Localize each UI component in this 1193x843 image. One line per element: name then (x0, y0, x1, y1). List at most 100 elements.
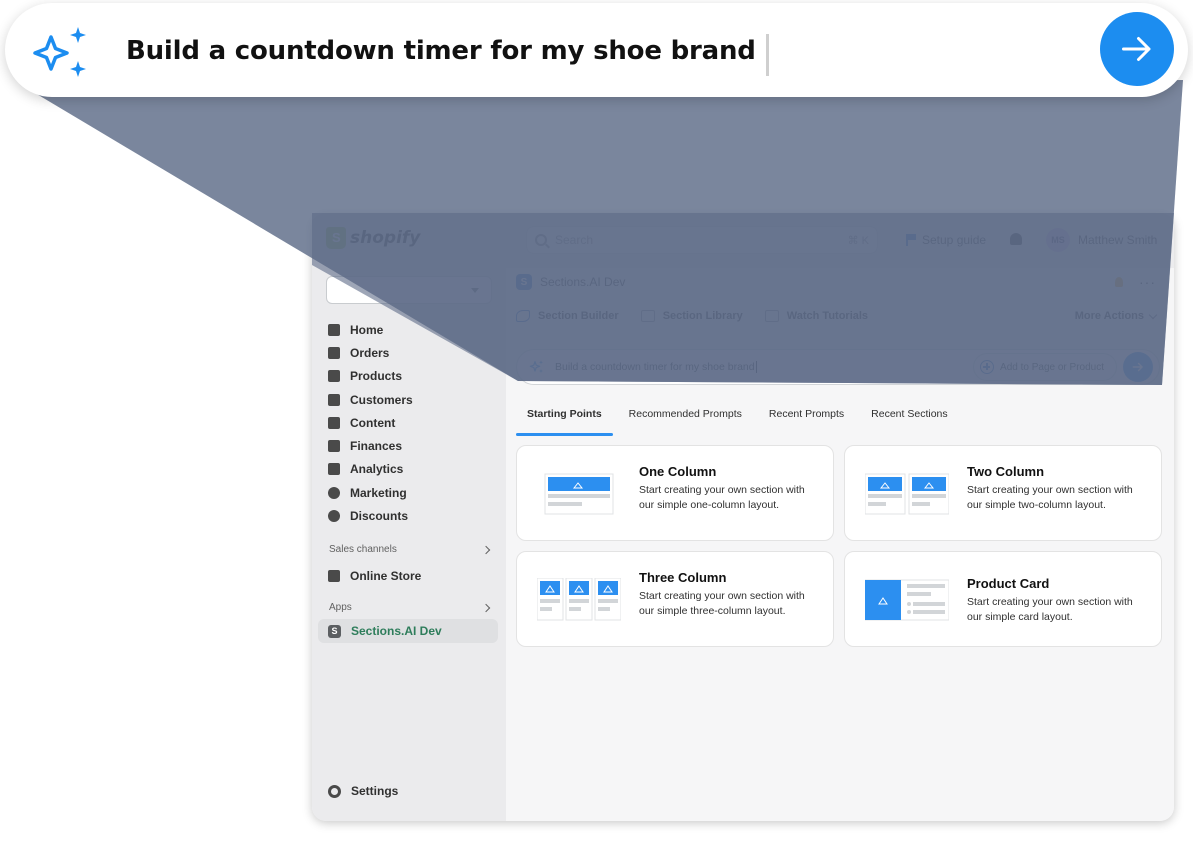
sidebar-item-products[interactable]: Products (328, 365, 498, 388)
bar-chart-icon (328, 463, 340, 476)
app-title: Sections.AI Dev (540, 275, 626, 289)
image-icon (328, 416, 340, 429)
setup-guide-button[interactable]: Setup guide (906, 233, 986, 247)
sections-app-icon: S (328, 624, 341, 638)
sidebar-item-orders[interactable]: Orders (328, 341, 498, 364)
prompt-input[interactable]: Build a countdown timer for my shoe bran… (516, 349, 1160, 385)
card-one-column[interactable]: One Column Start creating your own secti… (516, 445, 834, 541)
section-library-button[interactable]: Section Library (640, 310, 743, 322)
sidebar-item-marketing[interactable]: Marketing (328, 481, 498, 504)
sidebar-item-label: Customers (350, 392, 413, 407)
watch-tutorials-label: Watch Tutorials (786, 310, 869, 322)
card-description: Start creating your own section with our… (639, 590, 805, 617)
search-input[interactable]: Search ⌘ K (526, 226, 878, 254)
apps-label: Apps (329, 602, 352, 613)
sidebar-item-home[interactable]: Home (328, 318, 498, 341)
arrow-right-icon (1122, 37, 1151, 61)
shopify-bag-icon (326, 227, 346, 249)
card-text: One Column Start creating your own secti… (639, 464, 819, 512)
tab-recent-sections[interactable]: Recent Sections (860, 408, 958, 430)
search-placeholder: Search (555, 233, 594, 247)
sales-channels-header[interactable]: Sales channels (329, 544, 491, 555)
section-builder-label: Section Builder (538, 310, 619, 322)
card-description: Start creating your own section with our… (639, 484, 805, 511)
one-column-thumbnail-icon (544, 473, 614, 515)
chevron-down-icon (1148, 310, 1158, 319)
sparkles-icon (33, 27, 86, 77)
tab-recent-prompts[interactable]: Recent Prompts (758, 408, 855, 430)
sidebar-item-discounts[interactable]: Discounts (328, 504, 498, 527)
sidebar-item-label: Finances (350, 439, 403, 454)
search-icon (535, 234, 547, 246)
app-toolbar: Section Builder Section Library Watch Tu… (516, 310, 1158, 322)
inbox-icon (328, 346, 340, 359)
app-header: S Sections.AI Dev ··· (516, 274, 1156, 290)
person-icon (328, 393, 340, 406)
tab-recommended-prompts[interactable]: Recommended Prompts (618, 408, 753, 430)
sidebar-nav: Home Orders Products Customers Content Financ… (328, 318, 498, 528)
add-to-page-label: Add to Page or Product (1000, 361, 1104, 373)
chevron-right-icon (481, 545, 491, 554)
section-library-label: Section Library (662, 310, 743, 322)
pin-icon[interactable] (1115, 277, 1123, 287)
card-title: One Column (639, 464, 717, 479)
hero-send-button[interactable] (1100, 12, 1174, 86)
sections-app-icon: S (516, 274, 532, 290)
sidebar-item-label: Settings (351, 784, 399, 798)
chevron-right-icon (481, 603, 491, 612)
card-two-column[interactable]: Two Column Start creating your own secti… (844, 445, 1162, 541)
rocket-icon (516, 310, 530, 322)
section-builder-button[interactable]: Section Builder (516, 310, 619, 322)
text-caret (755, 361, 757, 373)
sidebar-item-settings[interactable]: Settings (328, 784, 398, 798)
card-product-card[interactable]: Product Card Start creating your own sec… (844, 551, 1162, 647)
flag-icon (906, 234, 916, 246)
target-icon (328, 486, 340, 499)
hero-prompt-bar[interactable]: Build a countdown timer for my shoe bran… (5, 3, 1188, 97)
sidebar-item-content[interactable]: Content (328, 411, 498, 434)
more-actions-button[interactable]: More Actions (1075, 310, 1158, 322)
sidebar-item-analytics[interactable]: Analytics (328, 458, 498, 481)
add-to-page-button[interactable]: Add to Page or Product (973, 353, 1117, 381)
product-card-thumbnail-icon (865, 579, 949, 621)
sidebar-item-customers[interactable]: Customers (328, 388, 498, 411)
sidebar-item-label: Products (350, 369, 403, 384)
video-icon (764, 310, 779, 322)
sidebar: Home Orders Products Customers Content Financ… (312, 268, 506, 821)
send-button[interactable] (1123, 352, 1153, 382)
discount-icon (328, 510, 340, 523)
shopify-logo[interactable]: shopify (326, 227, 420, 249)
search-shortcut: ⌘ K (847, 234, 869, 247)
library-icon (640, 310, 655, 322)
store-icon (328, 570, 340, 582)
sidebar-item-online-store[interactable]: Online Store (328, 569, 421, 583)
card-title: Three Column (639, 570, 727, 585)
sidebar-item-finances[interactable]: Finances (328, 434, 498, 457)
card-description: Start creating your own section with our… (967, 484, 1133, 511)
bell-icon[interactable] (1010, 233, 1022, 245)
card-text: Product Card Start creating your own sec… (967, 576, 1147, 624)
card-three-column[interactable]: Three Column Start creating your own sec… (516, 551, 834, 647)
sidebar-item-label: Home (350, 322, 384, 337)
sidebar-item-sections-ai[interactable]: S Sections.AI Dev (318, 619, 498, 643)
card-title: Product Card (967, 576, 1050, 591)
sidebar-item-label: Sections.AI Dev (351, 624, 442, 638)
more-icon[interactable]: ··· (1139, 274, 1156, 290)
store-selector[interactable] (326, 276, 492, 304)
hero-prompt-text: Build a countdown timer for my shoe bran… (126, 36, 756, 66)
user-menu[interactable]: MS Matthew Smith (1046, 228, 1157, 252)
two-column-thumbnail-icon (865, 473, 949, 515)
shopify-admin-window: shopify Search ⌘ K Setup guide MS Matthe… (312, 213, 1174, 821)
tab-bar: Starting Points Recommended Prompts Recent… (516, 408, 964, 436)
main-content: S Sections.AI Dev ··· Section Builder Se… (506, 268, 1174, 821)
tab-starting-points[interactable]: Starting Points (516, 408, 613, 436)
watch-tutorials-button[interactable]: Watch Tutorials (764, 310, 869, 322)
arrow-right-icon (1132, 362, 1143, 372)
card-description: Start creating your own section with our… (967, 596, 1133, 623)
prompt-text: Build a countdown timer for my shoe bran… (555, 361, 755, 373)
apps-header[interactable]: Apps (329, 602, 491, 613)
card-text: Two Column Start creating your own secti… (967, 464, 1147, 512)
tag-icon (328, 370, 340, 383)
sidebar-item-label: Discounts (350, 509, 409, 524)
avatar: MS (1046, 228, 1070, 252)
